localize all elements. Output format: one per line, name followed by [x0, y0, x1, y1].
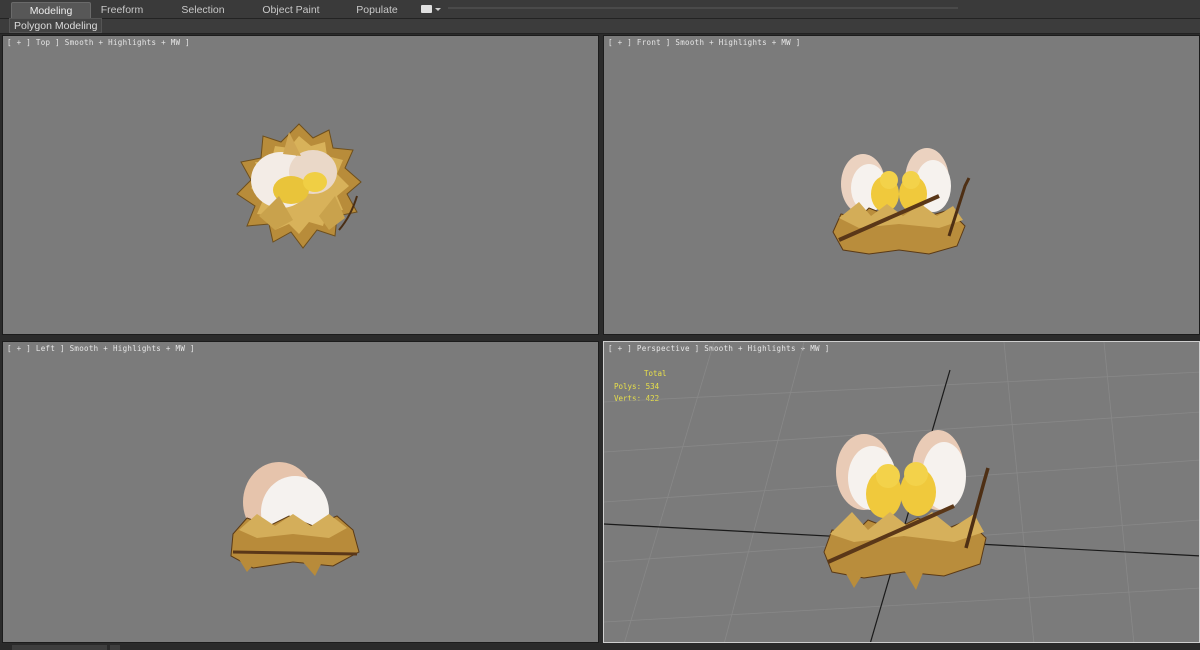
nest-model-top	[236, 123, 362, 249]
ribbon-dropdown-icon[interactable]	[421, 4, 441, 16]
ribbon-panel-bar: Polygon Modeling	[0, 18, 1200, 34]
viewport-front[interactable]: [ + ] Front ] Smooth + Highlights + MW ]	[603, 35, 1200, 335]
nest-model-left	[230, 462, 360, 576]
status-button[interactable]	[110, 645, 120, 650]
tab-freeform[interactable]: Freeform	[91, 2, 153, 18]
ribbon-rail	[448, 7, 958, 9]
polygon-modeling-panel-toggle[interactable]: Polygon Modeling	[9, 18, 103, 33]
ribbon-tab-bar: Modeling Freeform Selection Object Paint…	[0, 0, 1200, 19]
viewport-perspective[interactable]: [ + ] Perspective ] Smooth + Highlights …	[603, 341, 1200, 643]
tab-modeling[interactable]: Modeling	[11, 2, 91, 18]
tab-object-paint[interactable]: Object Paint	[256, 2, 326, 18]
status-field[interactable]	[12, 645, 107, 650]
nest-model-front	[832, 148, 971, 255]
tab-populate[interactable]: Populate	[350, 2, 404, 18]
chick-head-top	[303, 172, 327, 192]
viewport-top[interactable]: [ + ] Top ] Smooth + Highlights + MW ]	[2, 35, 599, 335]
perspective-scene	[604, 342, 1199, 642]
status-bar	[0, 644, 1200, 650]
tab-selection[interactable]: Selection	[172, 2, 234, 18]
viewport-left[interactable]: [ + ] Left ] Smooth + Highlights + MW ]	[2, 341, 599, 643]
